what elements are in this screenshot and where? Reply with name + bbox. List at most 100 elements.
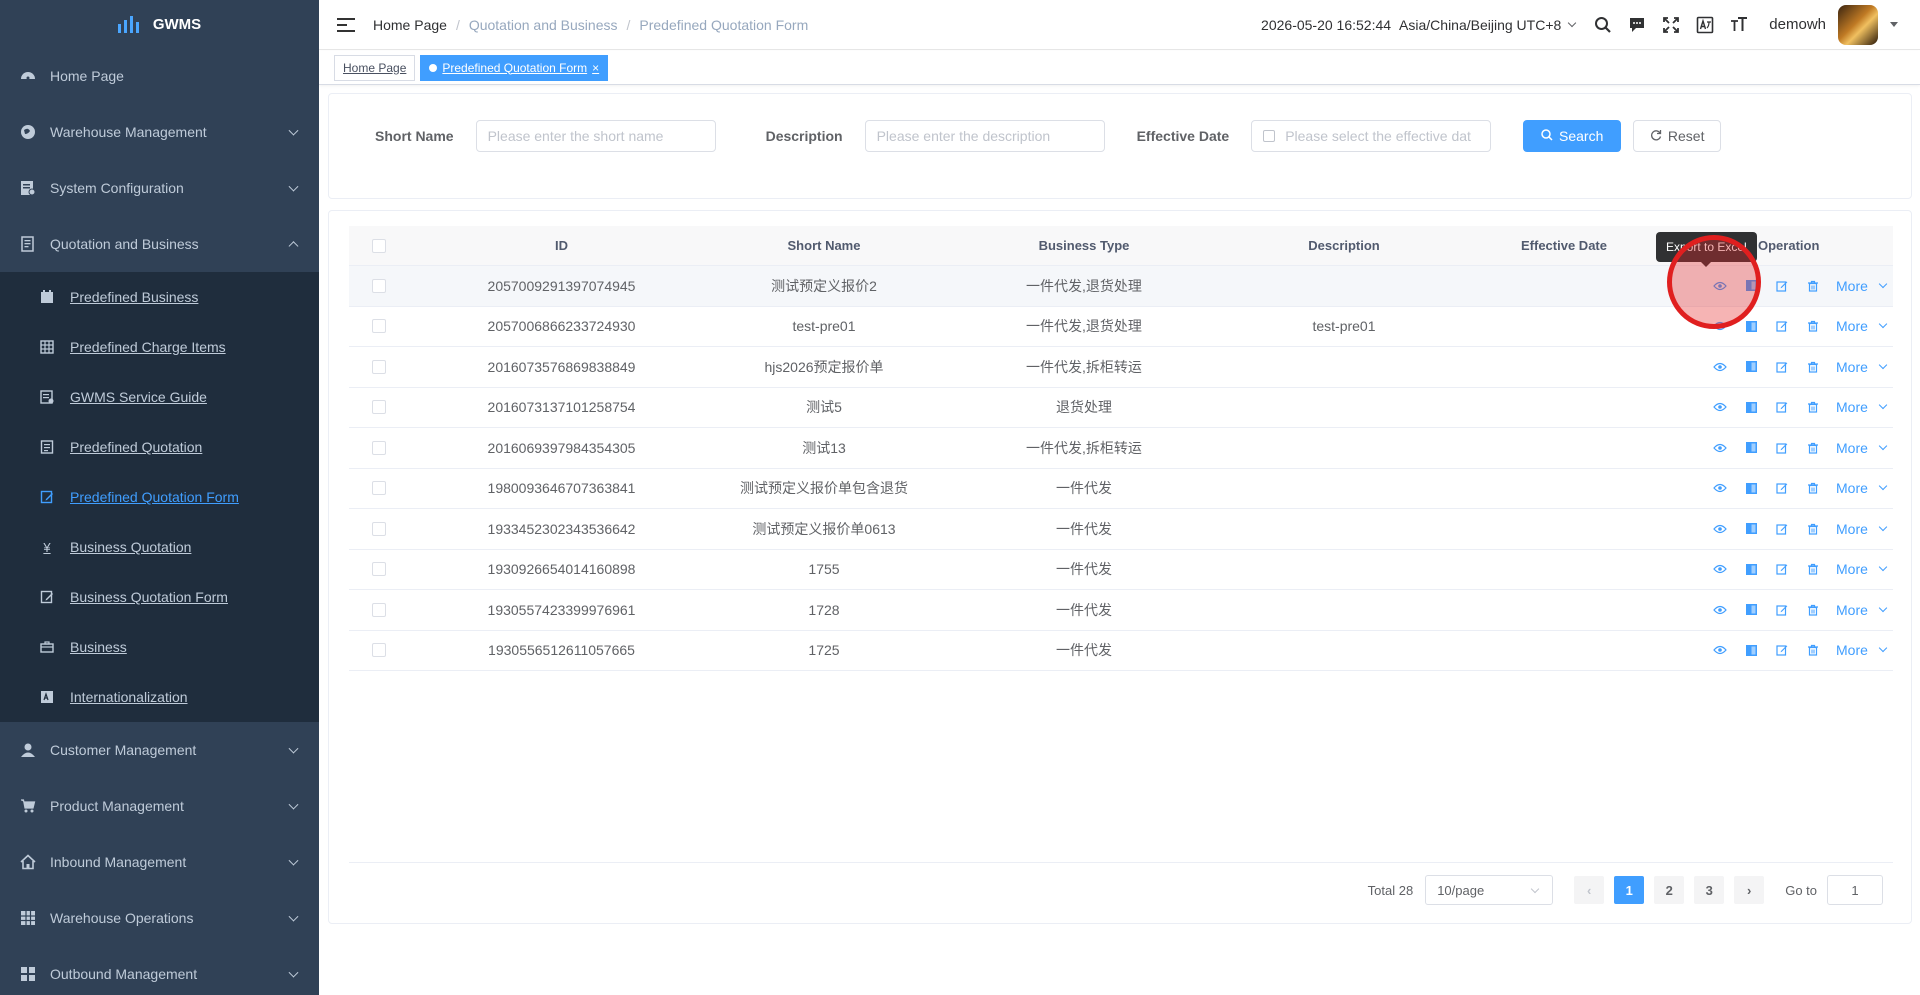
username[interactable]: demowh <box>1769 16 1826 33</box>
more-dropdown[interactable]: More <box>1836 480 1888 496</box>
edit-icon[interactable] <box>1774 359 1790 375</box>
page-button-2[interactable]: 2 <box>1654 876 1685 904</box>
row-checkbox[interactable] <box>372 481 386 496</box>
delete-icon[interactable] <box>1805 278 1821 294</box>
sidebar-subitem-predefined-quotation[interactable]: Predefined Quotation <box>0 422 319 472</box>
view-icon[interactable] <box>1712 521 1728 537</box>
sidebar-item-product-management[interactable]: Product Management <box>0 778 319 834</box>
more-dropdown[interactable]: More <box>1836 602 1888 618</box>
delete-icon[interactable] <box>1805 399 1821 415</box>
description-input[interactable]: Please enter the description <box>864 120 1105 152</box>
export-excel-icon[interactable] <box>1743 642 1759 658</box>
sidebar-logo[interactable]: GWMS <box>0 0 319 48</box>
row-checkbox[interactable] <box>372 440 386 455</box>
row-checkbox[interactable] <box>372 602 386 617</box>
view-icon[interactable] <box>1712 359 1728 375</box>
page-button-3[interactable]: 3 <box>1694 876 1725 904</box>
sidebar-item-quotation-and-business[interactable]: Quotation and Business <box>0 216 319 272</box>
delete-icon[interactable] <box>1805 642 1821 658</box>
delete-icon[interactable] <box>1805 318 1821 334</box>
delete-icon[interactable] <box>1805 602 1821 618</box>
sidebar-toggle-icon[interactable] <box>337 17 355 32</box>
export-excel-icon[interactable] <box>1743 602 1759 618</box>
sidebar-subitem-internationalization[interactable]: Internationalization <box>0 672 319 722</box>
view-icon[interactable] <box>1712 480 1728 496</box>
sidebar-subitem-gwms-service-guide[interactable]: GWMS Service Guide <box>0 372 319 422</box>
edit-icon[interactable] <box>1774 602 1790 618</box>
close-icon[interactable]: × <box>592 56 599 80</box>
view-icon[interactable] <box>1712 440 1728 456</box>
edit-icon[interactable] <box>1774 521 1790 537</box>
next-page-button[interactable]: › <box>1734 876 1765 904</box>
delete-icon[interactable] <box>1805 359 1821 375</box>
sidebar-subitem-business-quotation[interactable]: ¥ Business Quotation <box>0 522 319 572</box>
breadcrumb-item[interactable]: Home Page <box>373 17 447 33</box>
reset-button[interactable]: Reset <box>1633 120 1722 152</box>
export-excel-icon[interactable] <box>1743 399 1759 415</box>
row-checkbox[interactable] <box>372 643 386 658</box>
sidebar-item-system-configuration[interactable]: System Configuration <box>0 160 319 216</box>
sidebar-item-warehouse-operations[interactable]: Warehouse Operations <box>0 890 319 946</box>
more-dropdown[interactable]: More <box>1836 642 1888 658</box>
goto-page-input[interactable]: 1 <box>1827 875 1883 905</box>
row-checkbox[interactable] <box>372 319 386 334</box>
select-all-checkbox[interactable] <box>372 238 386 253</box>
export-excel-icon[interactable] <box>1743 318 1759 334</box>
search-button[interactable]: Search <box>1523 120 1622 152</box>
delete-icon[interactable] <box>1805 561 1821 577</box>
sidebar-subitem-predefined-charge-items[interactable]: Predefined Charge Items <box>0 322 319 372</box>
view-icon[interactable] <box>1712 399 1728 415</box>
language-icon[interactable] <box>1695 15 1715 35</box>
row-checkbox[interactable] <box>372 521 386 536</box>
caret-down-icon[interactable] <box>1890 22 1898 27</box>
delete-icon[interactable] <box>1805 480 1821 496</box>
avatar[interactable] <box>1838 4 1878 45</box>
more-dropdown[interactable]: More <box>1836 440 1888 456</box>
font-size-icon[interactable] <box>1729 15 1749 35</box>
export-excel-icon[interactable] <box>1743 561 1759 577</box>
export-excel-icon[interactable] <box>1743 440 1759 456</box>
prev-page-button[interactable]: ‹ <box>1574 876 1605 904</box>
edit-icon[interactable] <box>1774 561 1790 577</box>
tag-home-page[interactable]: Home Page <box>334 54 416 81</box>
row-checkbox[interactable] <box>372 278 386 293</box>
row-checkbox[interactable] <box>372 562 386 577</box>
sidebar-item-warehouse-management[interactable]: Warehouse Management <box>0 104 319 160</box>
edit-icon[interactable] <box>1774 278 1790 294</box>
search-icon[interactable] <box>1593 15 1613 35</box>
effective-date-picker[interactable]: Please select the effective dat <box>1251 120 1492 152</box>
view-icon[interactable] <box>1712 642 1728 658</box>
export-excel-icon[interactable] <box>1743 359 1759 375</box>
sidebar-item-customer-management[interactable]: Customer Management <box>0 722 319 778</box>
more-dropdown[interactable]: More <box>1836 278 1888 294</box>
sidebar-item-home-page[interactable]: Home Page <box>0 48 319 104</box>
more-dropdown[interactable]: More <box>1836 318 1888 334</box>
view-icon[interactable] <box>1712 561 1728 577</box>
export-excel-icon[interactable] <box>1743 480 1759 496</box>
tag-predefined-quotation-form[interactable]: Predefined Quotation Form × <box>420 54 609 81</box>
fullscreen-icon[interactable] <box>1661 15 1681 35</box>
edit-icon[interactable] <box>1774 440 1790 456</box>
edit-icon[interactable] <box>1774 399 1790 415</box>
more-dropdown[interactable]: More <box>1836 399 1888 415</box>
sidebar-subitem-business-quotation-form[interactable]: Business Quotation Form <box>0 572 319 622</box>
more-dropdown[interactable]: More <box>1836 561 1888 577</box>
row-checkbox[interactable] <box>372 400 386 415</box>
delete-icon[interactable] <box>1805 521 1821 537</box>
sidebar-subitem-business[interactable]: Business <box>0 622 319 672</box>
row-checkbox[interactable] <box>372 359 386 374</box>
message-icon[interactable] <box>1627 15 1647 35</box>
delete-icon[interactable] <box>1805 440 1821 456</box>
sidebar-subitem-predefined-business[interactable]: Predefined Business <box>0 272 319 322</box>
edit-icon[interactable] <box>1774 480 1790 496</box>
view-icon[interactable] <box>1712 602 1728 618</box>
more-dropdown[interactable]: More <box>1836 521 1888 537</box>
timezone-select[interactable]: Asia/China/Beijing UTC+8 <box>1399 17 1577 33</box>
short-name-input[interactable]: Please enter the short name <box>475 120 716 152</box>
edit-icon[interactable] <box>1774 642 1790 658</box>
page-size-select[interactable]: 10/page <box>1425 875 1554 905</box>
sidebar-item-inbound-management[interactable]: Inbound Management <box>0 834 319 890</box>
page-button-1[interactable]: 1 <box>1614 876 1645 904</box>
more-dropdown[interactable]: More <box>1836 359 1888 375</box>
sidebar-subitem-predefined-quotation-form[interactable]: Predefined Quotation Form <box>0 472 319 522</box>
